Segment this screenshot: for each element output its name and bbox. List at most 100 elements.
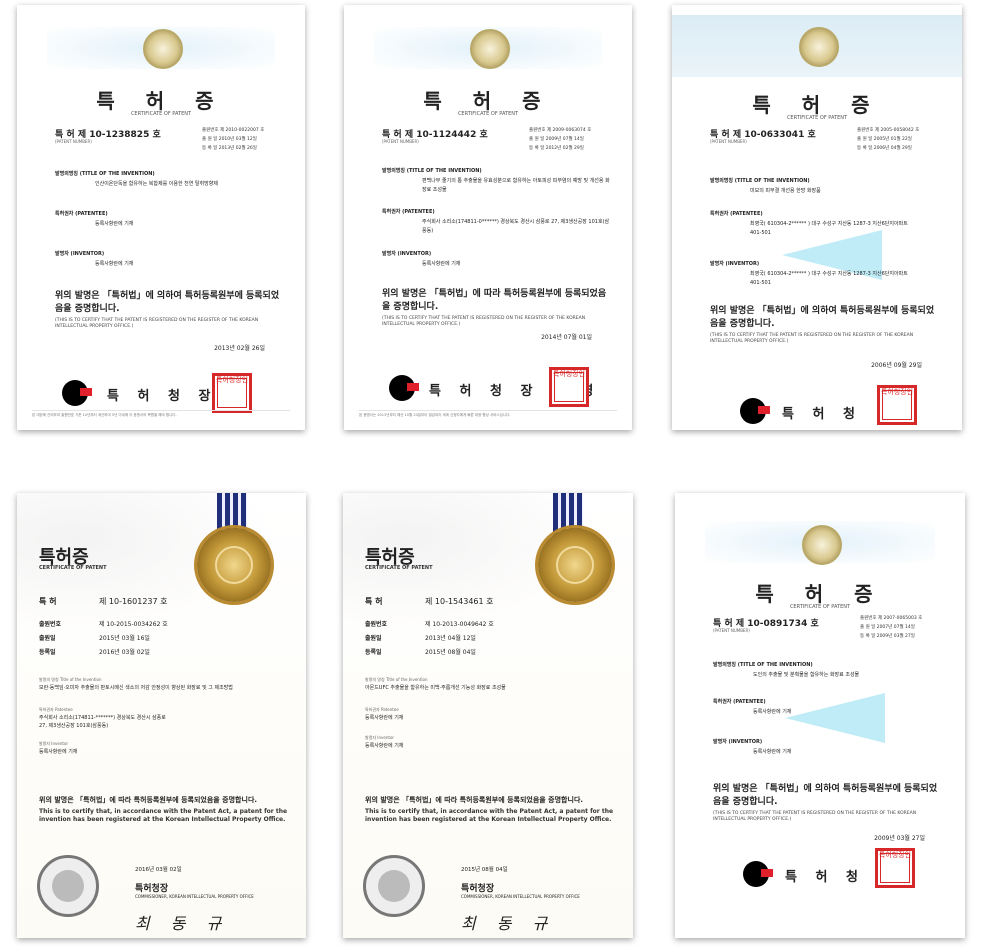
official-stamp: 특허청장인	[877, 385, 917, 425]
invention-label: 발명의명칭 (TITLE OF THE INVENTION)	[713, 662, 813, 668]
certificate-subtitle: CERTIFICATE OF PATENT	[786, 115, 848, 121]
agency-name: 특허청장	[461, 884, 495, 894]
certification-statement-en: (THIS IS TO CERTIFY THAT THE PATENT IS R…	[713, 811, 917, 822]
kipo-seal-icon	[363, 855, 425, 917]
inventor: 등록사항란에 기재	[95, 261, 134, 267]
inventor: 등록사항란에 기재	[753, 749, 792, 755]
kipo-seal-icon	[37, 855, 99, 917]
certificate-subtitle: CERTIFICATE OF PATENT	[39, 565, 107, 571]
certification-statement-en: (THIS IS TO CERTIFY THAT THE PATENT IS R…	[382, 316, 586, 327]
application-date: 출 원 일 2005년 01월 22일	[857, 137, 912, 142]
issue-date: 2006년 09월 29일	[871, 362, 922, 369]
application-date-row: 출원일 2013년 04월 12일	[365, 633, 476, 642]
invention-label: 발명의명칭 (TITLE OF THE INVENTION)	[710, 178, 810, 184]
registration-date: 등 록 일 2013년 02월 26일	[202, 146, 257, 151]
kipo-logo-icon	[62, 380, 92, 406]
row-value: 제 10-2015-0034262 호	[99, 621, 168, 628]
application-number: 출원번호 제 2005-0058042 호	[857, 128, 920, 133]
agency-name: 특 허 청	[785, 870, 865, 885]
commissioner-title: COMMISSIONER, KOREAN INTELLECTUAL PROPER…	[461, 894, 580, 899]
patent-number-label: (PATENT NUMBER)	[710, 139, 747, 144]
patent-certificate-3: 특 허 증 CERTIFICATE OF PATENT 특 허 제 10-063…	[672, 5, 962, 430]
inventor: 최영국( 610304-2****** ) 대구 수성구 지산동 1287-3 …	[750, 271, 908, 286]
application-date: 출 원 일 2009년 07월 14일	[529, 137, 584, 142]
government-seal-icon	[799, 27, 839, 67]
official-stamp: 특허청장인	[212, 373, 252, 413]
patentee: 주식회사 소리소(174811-*******) 경상북도 경산시 삼풍로 27…	[39, 715, 166, 729]
inventor-label: 발명자 (INVENTOR)	[55, 251, 105, 257]
certification-statement-en: (THIS IS TO CERTIFY THAT THE PATENT IS R…	[710, 333, 914, 344]
issue-date: 2013년 02월 26일	[214, 345, 265, 352]
kipo-logo-icon	[740, 398, 770, 424]
inventor-label: 발명자 (INVENTOR)	[382, 251, 432, 257]
certificate-title: 특 허 증	[755, 582, 885, 606]
row-key: 출원번호	[365, 621, 388, 628]
certification-statement: 위의 발명은 「특허법」에 의하여 특허등록원부에 등록되었음을 증명합니다.	[713, 784, 938, 807]
patent-certificate-1: 특 허 증 CERTIFICATE OF PATENT 특 허 제 10-123…	[17, 5, 305, 430]
row-key: 특 허	[365, 597, 383, 606]
patentee-label: 특허권자 (PATENTEE)	[55, 211, 108, 217]
row-key: 등록일	[365, 649, 382, 656]
certificate-subtitle: CERTIFICATE OF PATENT	[789, 604, 851, 610]
invention-title: 편백나무 줄기의 톱 추출물을 유효성분으로 함유하는 아토피성 피부염의 예방…	[422, 178, 610, 193]
application-info: 출원번호 제 2009-0063074 호 출 원 일 2009년 07월 14…	[529, 126, 624, 153]
application-info: 출원번호 제 2007-0065003 호 출 원 일 2007년 07월 14…	[860, 614, 955, 641]
row-key: 출원번호	[39, 621, 62, 628]
invention-label: 발명의 명칭 Title of the Invention	[39, 677, 102, 682]
row-key: 출원일	[39, 635, 56, 642]
application-number: 출원번호 제 2007-0065003 호	[860, 616, 923, 621]
issue-date: 2009년 03월 27일	[874, 835, 925, 842]
row-value: 2015년 08월 04일	[425, 649, 476, 656]
agency-name: 특 허 청	[782, 407, 862, 422]
patent-number-row: 특 허 제 10-1543461 호	[365, 596, 494, 607]
row-value: 제 10-1543461 호	[425, 597, 494, 606]
patent-certificate-4: 특허증 CERTIFICATE OF PATENT 특 허제 10-160123…	[17, 493, 306, 938]
invention-title: 모란·동백잎·오미자 추출물의 판토시메신 색소의 저감 안정성이 향상된 화장…	[39, 685, 233, 691]
application-number-row: 출원번호 제 10-2015-0034262 호	[39, 619, 168, 628]
invention-label: 발명의명칭 (TITLE OF THE INVENTION)	[55, 171, 155, 177]
certification-statement-en: This is to certify that, in accordance w…	[39, 808, 288, 823]
row-value: 2013년 04월 12일	[425, 635, 476, 642]
agency-name: 특허청장	[135, 884, 169, 894]
patent-certificate-2: 특 허 증 CERTIFICATE OF PATENT 특 허 제 10-112…	[344, 5, 632, 430]
patent-certificate-6: 특 허 증 CERTIFICATE OF PATENT 특 허 제 10-089…	[675, 493, 965, 938]
application-info: 출원번호 제 2005-0058042 호 출 원 일 2005년 01월 22…	[857, 126, 952, 153]
official-stamp: 특허청장인	[875, 848, 915, 888]
application-number-row: 출원번호 제 10-2013-0049642 호	[365, 619, 494, 628]
row-key: 특 허	[39, 597, 57, 606]
patent-certificate-5: 특허증 CERTIFICATE OF PATENT 특 허제 10-154346…	[343, 493, 633, 938]
government-seal-icon	[802, 525, 842, 565]
patentee-label: 특허권자 (PATENTEE)	[713, 699, 766, 705]
row-value: 2016년 03월 02일	[99, 649, 150, 656]
commissioner-signature: 최 동 규	[461, 914, 556, 933]
registration-date: 등 록 일 2009년 03월 27일	[860, 634, 915, 639]
commissioner-signature: 최 동 규	[135, 914, 230, 933]
registration-date-row: 등록일 2015년 08월 04일	[365, 647, 476, 656]
certificate-subtitle: CERTIFICATE OF PATENT	[457, 111, 519, 117]
row-value: 제 10-1601237 호	[99, 597, 168, 606]
inventor: 등록사항란에 기재	[422, 261, 461, 267]
certification-statement-en: This is to certify that, in accordance w…	[365, 808, 614, 823]
inventor-label: 발명자 Inventor	[39, 741, 69, 746]
patentee: 주식회사 소리소(174811-0******) 경상북도 경산시 삼풍로 27…	[422, 219, 610, 234]
certification-statement-en: (THIS IS TO CERTIFY THAT THE PATENT IS R…	[55, 318, 259, 329]
invention-title: 미모의 피부결 개선용 한방 화장품	[750, 188, 821, 194]
certification-statement: 위의 발명은 「특허법」에 따라 특허등록원부에 등록되었음을 증명합니다.	[382, 289, 607, 312]
official-stamp: 특허청장인	[549, 367, 589, 407]
gold-seal-icon	[197, 528, 271, 602]
registration-date-row: 등록일 2016년 03월 02일	[39, 647, 150, 656]
kipo-logo-icon	[389, 375, 419, 401]
issue-date: 2014년 07월 01일	[541, 334, 592, 341]
patentee: 등록사항란에 기재	[95, 221, 134, 227]
certificate-title: 특 허 증	[423, 89, 553, 113]
invention-title: 인산이온단독을 함유하는 복합제를 이용한 천연 탈취방향제	[95, 181, 218, 187]
certificate-title: 특 허 증	[752, 93, 882, 117]
application-date: 출 원 일 2010년 03월 12일	[202, 137, 257, 142]
row-value: 2015년 03월 16일	[99, 635, 150, 642]
invention-title: 아몬드UFC 추출물을 함유하는 미백·주름개선 기능성 화장료 조성물	[365, 685, 506, 691]
agency-name: 특 허 청 장	[107, 389, 218, 404]
certificate-subtitle: CERTIFICATE OF PATENT	[365, 565, 433, 571]
certification-statement: 위의 발명은 「특허법」에 따라 특허등록원부에 등록되었음을 증명합니다.	[365, 796, 584, 804]
patent-number-label: (PATENT NUMBER)	[55, 139, 92, 144]
row-key: 등록일	[39, 649, 56, 656]
